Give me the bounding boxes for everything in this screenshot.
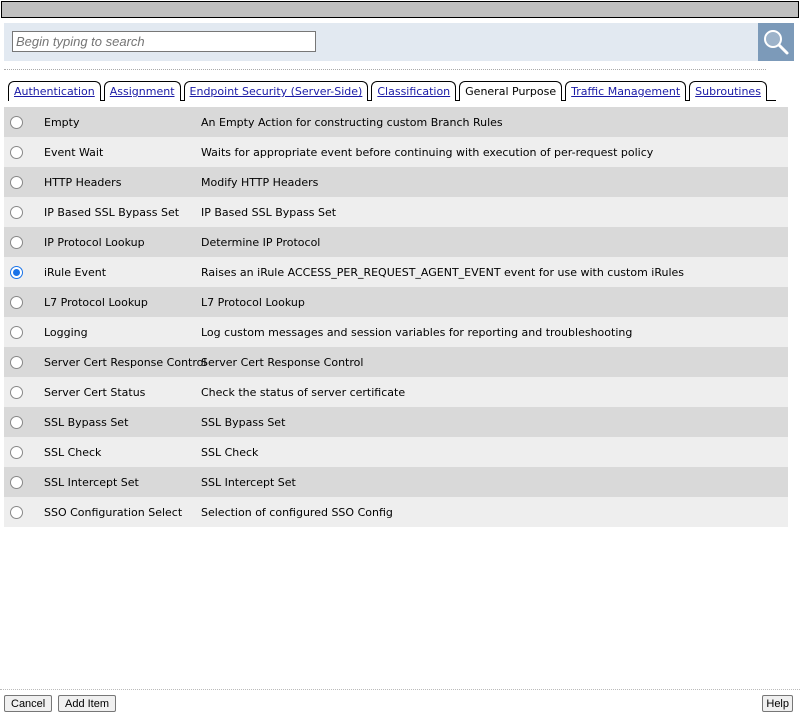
- tab-assignment[interactable]: Assignment: [103, 81, 181, 101]
- item-description: Determine IP Protocol: [201, 235, 321, 249]
- list-item[interactable]: SSL Intercept Set SSL Intercept Set: [4, 467, 788, 497]
- item-description: SSL Intercept Set: [201, 475, 296, 489]
- add-item-button[interactable]: Add Item: [58, 695, 117, 712]
- list-item[interactable]: Logging Log custom messages and session v…: [4, 317, 788, 347]
- cancel-button[interactable]: Cancel: [4, 695, 53, 712]
- magnifier-icon: [764, 30, 789, 55]
- item-name: Event Wait: [44, 145, 104, 159]
- radio-button[interactable]: [10, 475, 23, 489]
- radio-button[interactable]: [10, 355, 23, 369]
- list-item[interactable]: SSO Configuration Select Selection of con…: [4, 497, 788, 527]
- divider: [4, 69, 766, 70]
- tab-traffic-management[interactable]: Traffic Management: [565, 81, 687, 101]
- tab-bar: Authentication Assignment Endpoint Securit…: [8, 81, 776, 101]
- item-name: iRule Event: [44, 265, 107, 279]
- item-name: SSL Intercept Set: [44, 475, 139, 489]
- radio-button[interactable]: [10, 115, 23, 129]
- item-name: L7 Protocol Lookup: [44, 295, 148, 309]
- item-name: IP Protocol Lookup: [44, 235, 145, 249]
- title-bar: [1, 1, 799, 18]
- item-description: SSL Check: [201, 445, 259, 459]
- radio-button[interactable]: [10, 235, 23, 249]
- item-description: Server Cert Response Control: [201, 355, 364, 369]
- list-item[interactable]: Empty An Empty Action for constructing cu…: [4, 107, 788, 137]
- tab-authentication[interactable]: Authentication: [8, 81, 101, 101]
- item-name: Server Cert Response Control: [44, 355, 207, 369]
- radio-button[interactable]: [10, 445, 23, 459]
- radio-button[interactable]: [10, 175, 23, 189]
- item-description: Modify HTTP Headers: [201, 175, 319, 189]
- item-name: HTTP Headers: [44, 175, 122, 189]
- list-item[interactable]: L7 Protocol Lookup L7 Protocol Lookup: [4, 287, 788, 317]
- item-name: Logging: [44, 325, 88, 339]
- radio-button[interactable]: [10, 295, 23, 309]
- tab-classification[interactable]: Classification: [371, 81, 457, 101]
- radio-button[interactable]: [10, 385, 23, 399]
- list-item[interactable]: iRule Event Raises an iRule ACCESS_PER_RE…: [4, 257, 788, 287]
- radio-button[interactable]: [10, 415, 23, 429]
- list-item[interactable]: SSL Check SSL Check: [4, 437, 788, 467]
- radio-button[interactable]: [10, 505, 23, 519]
- item-description: Selection of configured SSO Config: [201, 505, 393, 519]
- item-name: Empty: [44, 115, 80, 129]
- radio-button[interactable]: [10, 205, 23, 219]
- list-item[interactable]: Server Cert Status Check the status of se…: [4, 377, 788, 407]
- item-list: Empty An Empty Action for constructing cu…: [4, 107, 788, 527]
- radio-button[interactable]: [10, 325, 23, 339]
- help-button[interactable]: Help: [762, 695, 793, 712]
- search-button[interactable]: [758, 23, 794, 61]
- item-name: SSL Check: [44, 445, 102, 459]
- radio-button[interactable]: [10, 265, 23, 279]
- list-item[interactable]: IP Protocol Lookup Determine IP Protocol: [4, 227, 788, 257]
- search-input[interactable]: [12, 31, 316, 52]
- item-description: An Empty Action for constructing custom …: [201, 115, 503, 129]
- list-item[interactable]: Event Wait Waits for appropriate event be…: [4, 137, 788, 167]
- item-description: Raises an iRule ACCESS_PER_REQUEST_AGENT…: [201, 265, 685, 279]
- item-description: Check the status of server certificate: [201, 385, 406, 399]
- item-description: Log custom messages and session variable…: [201, 325, 633, 339]
- list-item[interactable]: IP Based SSL Bypass Set IP Based SSL Bypa…: [4, 197, 788, 227]
- item-description: IP Based SSL Bypass Set: [201, 205, 337, 219]
- radio-button[interactable]: [10, 145, 23, 159]
- list-item[interactable]: Server Cert Response Control Server Cert …: [4, 347, 788, 377]
- list-item[interactable]: SSL Bypass Set SSL Bypass Set: [4, 407, 788, 437]
- list-item[interactable]: HTTP Headers Modify HTTP Headers: [4, 167, 788, 197]
- item-name: Server Cert Status: [44, 385, 146, 399]
- item-description: SSL Bypass Set: [201, 415, 286, 429]
- tab-general-purpose[interactable]: General Purpose: [459, 81, 563, 101]
- item-name: SSL Bypass Set: [44, 415, 129, 429]
- tab-subroutines[interactable]: Subroutines: [689, 81, 767, 101]
- tab-endpoint-security-server-side[interactable]: Endpoint Security (Server-Side): [183, 81, 369, 101]
- item-description: L7 Protocol Lookup: [201, 295, 305, 309]
- item-description: Waits for appropriate event before conti…: [201, 145, 654, 159]
- divider: [0, 689, 800, 690]
- search-bar: [4, 23, 794, 61]
- item-name: SSO Configuration Select: [44, 505, 183, 519]
- item-name: IP Based SSL Bypass Set: [44, 205, 180, 219]
